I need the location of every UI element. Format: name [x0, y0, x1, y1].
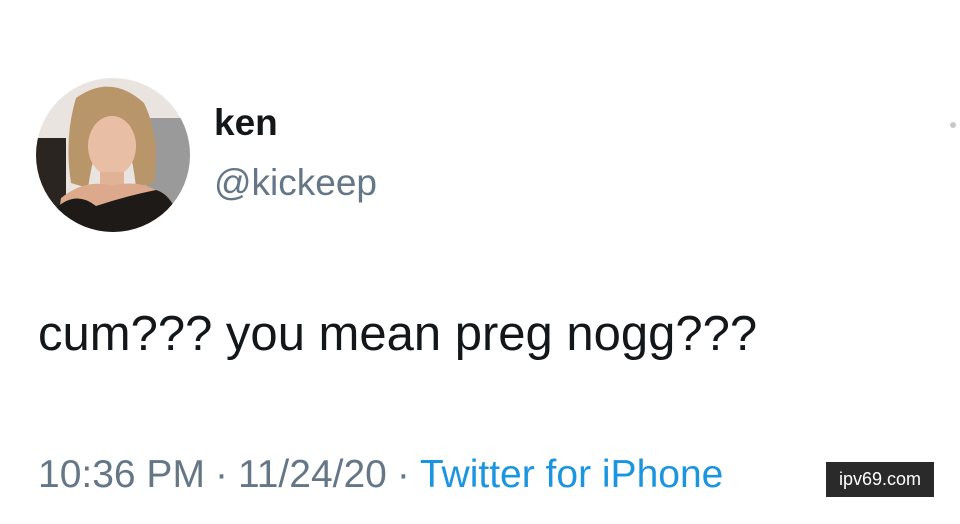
tweet-date[interactable]: 11/24/20 [238, 453, 387, 496]
user-handle[interactable]: @kickeep [214, 164, 377, 201]
tweet-text: cum??? you mean preg nogg??? [38, 307, 758, 361]
more-options-icon[interactable] [950, 122, 956, 128]
watermark: ipv69.com [826, 462, 934, 497]
meta-separator: · [214, 453, 228, 496]
display-name[interactable]: ken [214, 104, 278, 141]
meta-separator: · [396, 453, 410, 496]
avatar-image [36, 78, 190, 232]
tweet-metadata: 10:36 PM · 11/24/20 · Twitter for iPhone [38, 455, 723, 494]
avatar[interactable] [36, 78, 190, 232]
tweet-source-link[interactable]: Twitter for iPhone [420, 453, 723, 496]
tweet-time[interactable]: 10:36 PM [38, 453, 205, 496]
tweet-card: ken @kickeep cum??? you mean preg nogg??… [0, 0, 960, 524]
